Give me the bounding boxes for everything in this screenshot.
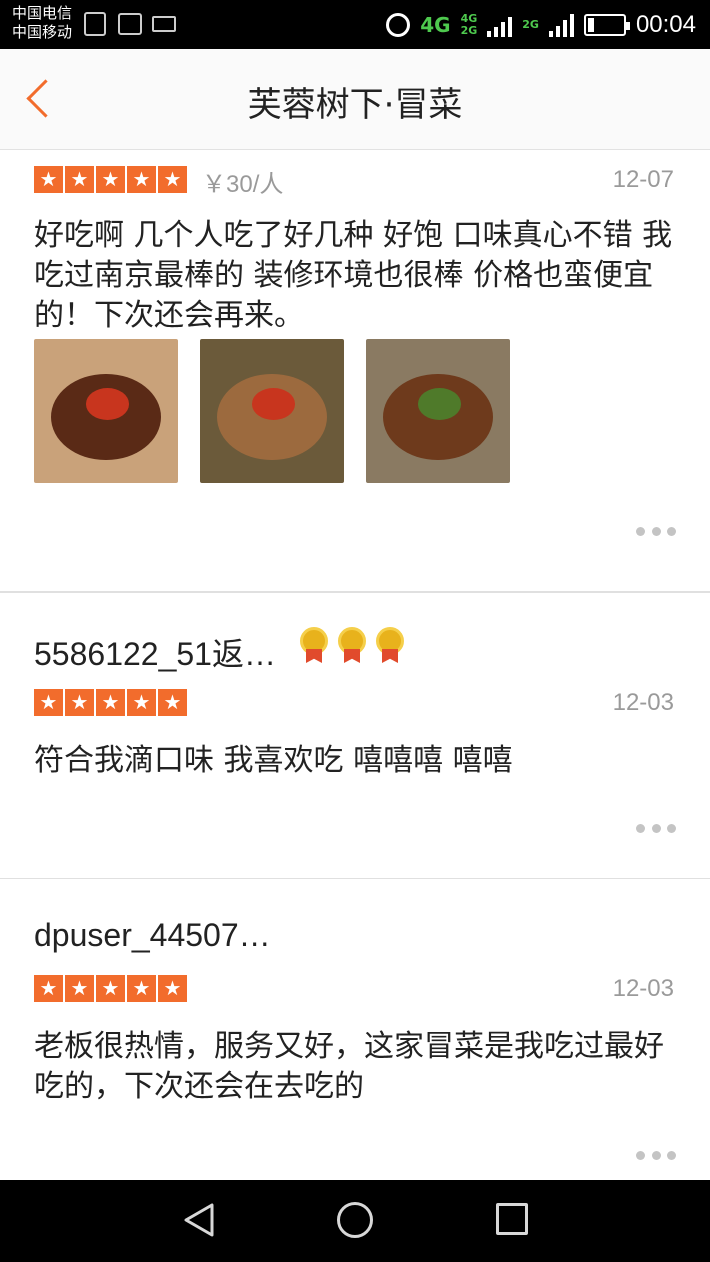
network-small-4g: 4G: [460, 11, 478, 25]
header-bar: 芙蓉树下·冒菜: [0, 49, 710, 150]
star-icon: ★: [34, 166, 63, 193]
network-2g-label: 2G: [522, 17, 539, 31]
star-icon: ★: [127, 689, 156, 716]
nav-home-icon[interactable]: [337, 1202, 373, 1238]
more-options-button[interactable]: [636, 1151, 676, 1161]
review-date: 12-03: [612, 689, 674, 716]
review-card[interactable]: 5586122_51返… ★ ★ ★ ★ ★ 12-03 符合我滴口味 我喜欢吃…: [0, 592, 710, 880]
more-dot: [651, 824, 661, 833]
star-icon: ★: [34, 975, 63, 1002]
nav-recent-apps-icon[interactable]: [496, 1203, 528, 1235]
star-icon: ★: [96, 166, 125, 193]
more-dot: [636, 824, 645, 833]
medal-icon: [338, 627, 366, 663]
star-icon: ★: [65, 975, 94, 1002]
review-date: 12-03: [612, 975, 674, 1002]
star-icon: ★: [96, 975, 125, 1002]
review-text: 老板很热情，服务又好，这家冒菜是我吃过最好吃的，下次还会在去吃的: [34, 1029, 664, 1104]
star-rating: ★ ★ ★ ★ ★: [34, 689, 187, 716]
network-4g-label: 4G: [420, 12, 451, 37]
upload-notification-icon: [84, 12, 106, 36]
signal-bars-icon: [487, 13, 513, 37]
medal-icon: [300, 627, 328, 663]
image-notification-icon: [118, 13, 142, 35]
review-date: 12-07: [612, 166, 674, 193]
star-icon: ★: [65, 689, 94, 716]
carrier-labels: 中国电信 中国移动: [12, 4, 72, 42]
review-text: 符合我滴口味 我喜欢吃 嘻嘻嘻 嘻嘻: [34, 743, 513, 778]
star-rating: ★ ★ ★ ★ ★: [34, 975, 187, 1002]
star-icon: ★: [96, 689, 125, 716]
status-bar: 中国电信 中国移动 4G 4G 2G 2G 00:04: [0, 0, 710, 49]
reviewer-name[interactable]: 5586122_51返…: [34, 629, 276, 675]
review-photo[interactable]: [200, 339, 344, 483]
more-dot: [667, 1151, 676, 1160]
more-dot: [636, 1151, 645, 1160]
page-title: 芙蓉树下·冒菜: [247, 85, 463, 125]
more-dot: [667, 824, 676, 833]
star-icon: ★: [127, 166, 156, 193]
review-card[interactable]: ★ ★ ★ ★ ★ ￥30/人 12-07 好吃啊 几个人吃了好几种 好饱 口味…: [0, 120, 710, 592]
review-photos: [34, 339, 510, 483]
review-text: 好吃啊 几个人吃了好几种 好饱 口味真心不错 我吃过南京最棒的 装修环境也很棒 …: [34, 218, 673, 333]
network-2g-text: 2G: [522, 17, 539, 31]
network-small-2g: 2G: [460, 23, 478, 37]
more-dot: [636, 527, 645, 536]
more-dot: [651, 527, 661, 536]
alarm-icon: [386, 12, 411, 37]
star-icon: ★: [34, 689, 63, 716]
more-dot: [651, 1151, 661, 1160]
star-icon: ★: [158, 689, 187, 716]
medal-icon: [376, 627, 404, 663]
more-options-button[interactable]: [636, 824, 676, 834]
star-icon: ★: [65, 166, 94, 193]
review-photo[interactable]: [34, 339, 178, 483]
review-photo[interactable]: [366, 339, 510, 483]
carrier-2: 中国移动: [12, 23, 73, 41]
star-rating: ★ ★ ★ ★ ★: [34, 166, 187, 193]
signal-bars-2-icon: [548, 13, 574, 37]
reviewer-medals: [300, 627, 404, 663]
price-per-person: ￥30/人: [202, 171, 284, 198]
carrier-1: 中国电信: [12, 4, 73, 22]
more-options-button[interactable]: [636, 527, 676, 537]
nav-back-icon[interactable]: [182, 1202, 216, 1238]
clock: 00:04: [635, 10, 696, 38]
more-dot: [667, 527, 676, 536]
star-icon: ★: [158, 975, 187, 1002]
star-icon: ★: [127, 975, 156, 1002]
reviewer-name[interactable]: dpuser_44507…: [34, 917, 271, 954]
review-card[interactable]: dpuser_44507… ★ ★ ★ ★ ★ 12-03 老板很热情，服务又好…: [0, 878, 710, 1188]
system-navigation-bar: [0, 1180, 710, 1262]
keyboard-notification-icon: [152, 16, 176, 32]
battery-icon: [583, 13, 630, 36]
star-icon: ★: [158, 166, 187, 193]
network-dual-label: 4G 2G: [460, 11, 478, 37]
